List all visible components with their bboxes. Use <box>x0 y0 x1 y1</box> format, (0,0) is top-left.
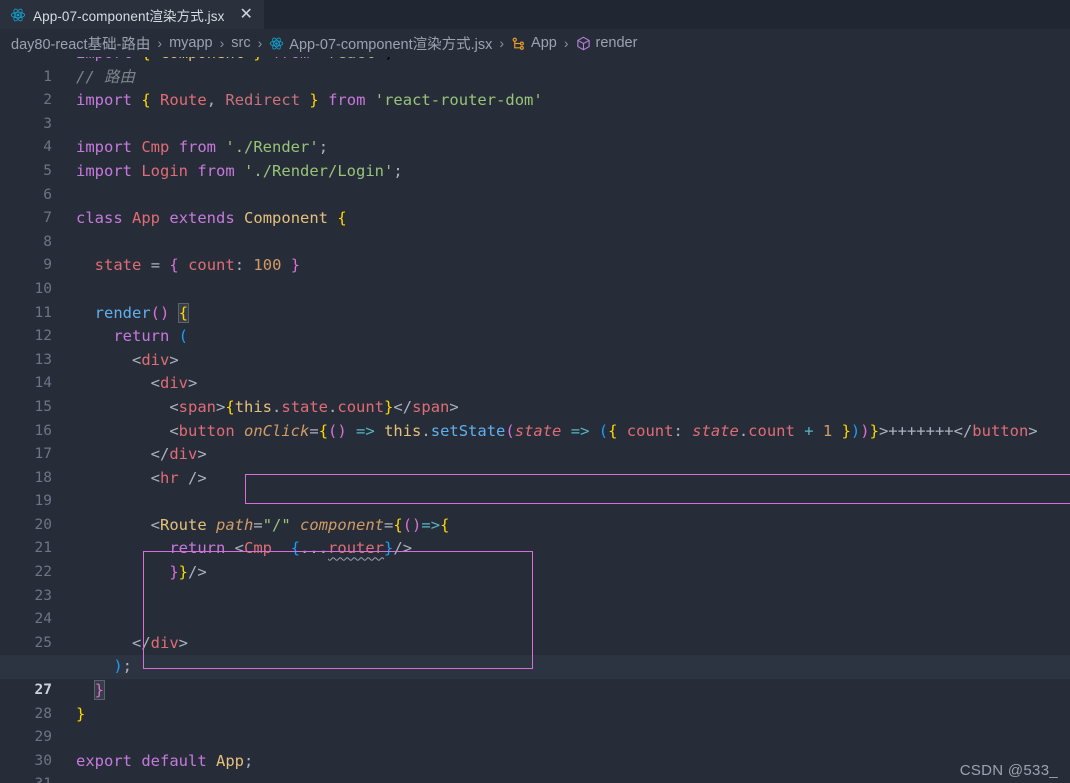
method-symbol-icon <box>576 36 591 51</box>
code-line[interactable]: 3 import { Route, Redirect } from 'react… <box>0 89 1070 132</box>
breadcrumb-label: render <box>595 35 638 51</box>
code-line[interactable]: 28 } <box>0 679 1070 722</box>
line-content: ); <box>113 657 133 676</box>
code-line[interactable]: 2 // 路由 <box>0 66 1070 109</box>
line-content: import Login from './Render/Login'; <box>76 161 403 180</box>
react-icon <box>10 7 26 23</box>
breadcrumb-label: App-07-component渲染方式.jsx <box>289 36 493 53</box>
code-line[interactable]: 21 <Route path="/" component={()=>{ <box>0 514 1070 557</box>
breadcrumb-item-symbol-render[interactable]: render <box>576 35 638 51</box>
editor-lines: 1 import { Component } from 'react'; 2 /… <box>0 57 1070 783</box>
line-content: <Route path="/" component={()=>{ <box>150 515 450 534</box>
code-line[interactable]: 17 <button onClick={() => this.setState(… <box>0 420 1070 463</box>
breadcrumb-label: day80-react基础-路由 <box>11 36 151 53</box>
breadcrumb-label: App <box>531 35 557 51</box>
code-line-active[interactable]: 27 ); <box>0 655 1070 698</box>
breadcrumb-separator: › <box>499 35 505 51</box>
code-line[interactable]: 5 import Cmp from './Render'; <box>0 136 1070 179</box>
code-line[interactable]: 13 return ( <box>0 325 1070 368</box>
code-line[interactable]: 25 <box>0 608 1070 651</box>
code-line[interactable]: 6 import Login from './Render/Login'; <box>0 160 1070 203</box>
breadcrumb-separator: › <box>257 35 263 51</box>
line-content: import Cmp from './Render'; <box>76 138 329 157</box>
code-line[interactable]: 12 render() { <box>0 302 1070 344</box>
line-content: <div> <box>132 350 179 369</box>
line-content: import { Component } from 'react'; <box>76 57 393 66</box>
code-line[interactable]: 24 <box>0 585 1070 627</box>
editor-tab-bar: App-07-component渲染方式.jsx ✕ <box>0 0 1070 29</box>
code-line[interactable]: 8 class App extends Component { <box>0 207 1070 250</box>
code-line[interactable]: 16 <span>{this.state.count}</span> <box>0 396 1070 439</box>
line-content: <hr /> <box>150 468 207 487</box>
csdn-watermark: CSDN @533_ <box>959 762 1058 779</box>
line-content: <span>{this.state.count}</span> <box>169 397 459 416</box>
code-line[interactable]: 4 <box>0 113 1070 155</box>
code-line[interactable]: 14 <div> <box>0 349 1070 392</box>
code-line[interactable]: 1 import { Component } from 'react'; <box>0 57 1070 85</box>
breadcrumb-item-symbol-app[interactable]: App <box>511 35 557 51</box>
line-content: <div> <box>150 374 198 393</box>
line-content: import { Route, Redirect } from 'react-r… <box>76 91 543 110</box>
code-editor[interactable]: 1 import { Component } from 'react'; 2 /… <box>0 57 1070 783</box>
code-line[interactable]: 30 <box>0 726 1070 769</box>
breadcrumb-separator: › <box>157 35 163 51</box>
line-content: <button onClick={() => this.setState(sta… <box>169 421 1038 440</box>
breadcrumb-item-file[interactable]: App-07-component渲染方式.jsx <box>269 33 492 54</box>
editor-tab-active[interactable]: App-07-component渲染方式.jsx ✕ <box>0 0 264 29</box>
breadcrumb-item-folder-root[interactable]: day80-react基础-路由 <box>11 33 150 54</box>
code-line[interactable]: 9 <box>0 231 1070 273</box>
breadcrumb-item-myapp[interactable]: myapp <box>169 35 213 51</box>
breadcrumb-separator: › <box>219 35 225 51</box>
breadcrumb-item-src[interactable]: src <box>231 35 250 51</box>
line-content: // 路由 <box>76 67 135 86</box>
class-symbol-icon <box>511 36 526 51</box>
tab-label: App-07-component渲染方式.jsx <box>33 8 225 24</box>
code-line[interactable]: 18 </div> <box>0 443 1070 486</box>
line-number: 31 <box>0 773 52 783</box>
breadcrumb-label: myapp <box>169 35 213 51</box>
line-content: state = { count: 100 } <box>94 256 301 275</box>
code-line[interactable]: 23 }}/> <box>0 561 1070 604</box>
line-content: </div> <box>150 445 207 464</box>
code-line[interactable]: 20 <box>0 490 1070 533</box>
code-line[interactable]: 29 } <box>0 703 1070 746</box>
line-content: export default App; <box>76 751 254 770</box>
line-content: } <box>93 680 106 701</box>
react-icon <box>269 36 284 51</box>
code-line[interactable]: 26 </div> <box>0 632 1070 675</box>
close-icon[interactable]: ✕ <box>237 6 254 23</box>
code-line[interactable]: 7 <box>0 184 1070 226</box>
line-content: } <box>76 704 86 723</box>
line-content: return ( <box>113 327 189 346</box>
code-line[interactable]: 19 <hr /> <box>0 467 1070 510</box>
line-content: </div> <box>132 633 189 652</box>
code-line[interactable]: 15 <div> <box>0 372 1070 415</box>
breadcrumb-label: src <box>231 35 251 51</box>
line-content: render() { <box>94 302 190 323</box>
line-content: return <Cmp {...router}/> <box>169 539 413 558</box>
line-content: }}/> <box>169 563 207 582</box>
breadcrumb: day80-react基础-路由 › myapp › src › App-07-… <box>0 29 1070 57</box>
code-line[interactable]: 22 return <Cmp {...router}/> <box>0 537 1070 580</box>
line-content: class App extends Component { <box>76 209 347 228</box>
code-line[interactable]: 11 <box>0 278 1070 321</box>
breadcrumb-separator: › <box>563 35 569 51</box>
code-line[interactable]: 31 export default App; <box>0 750 1070 783</box>
code-line[interactable]: 10 state = { count: 100 } <box>0 254 1070 297</box>
